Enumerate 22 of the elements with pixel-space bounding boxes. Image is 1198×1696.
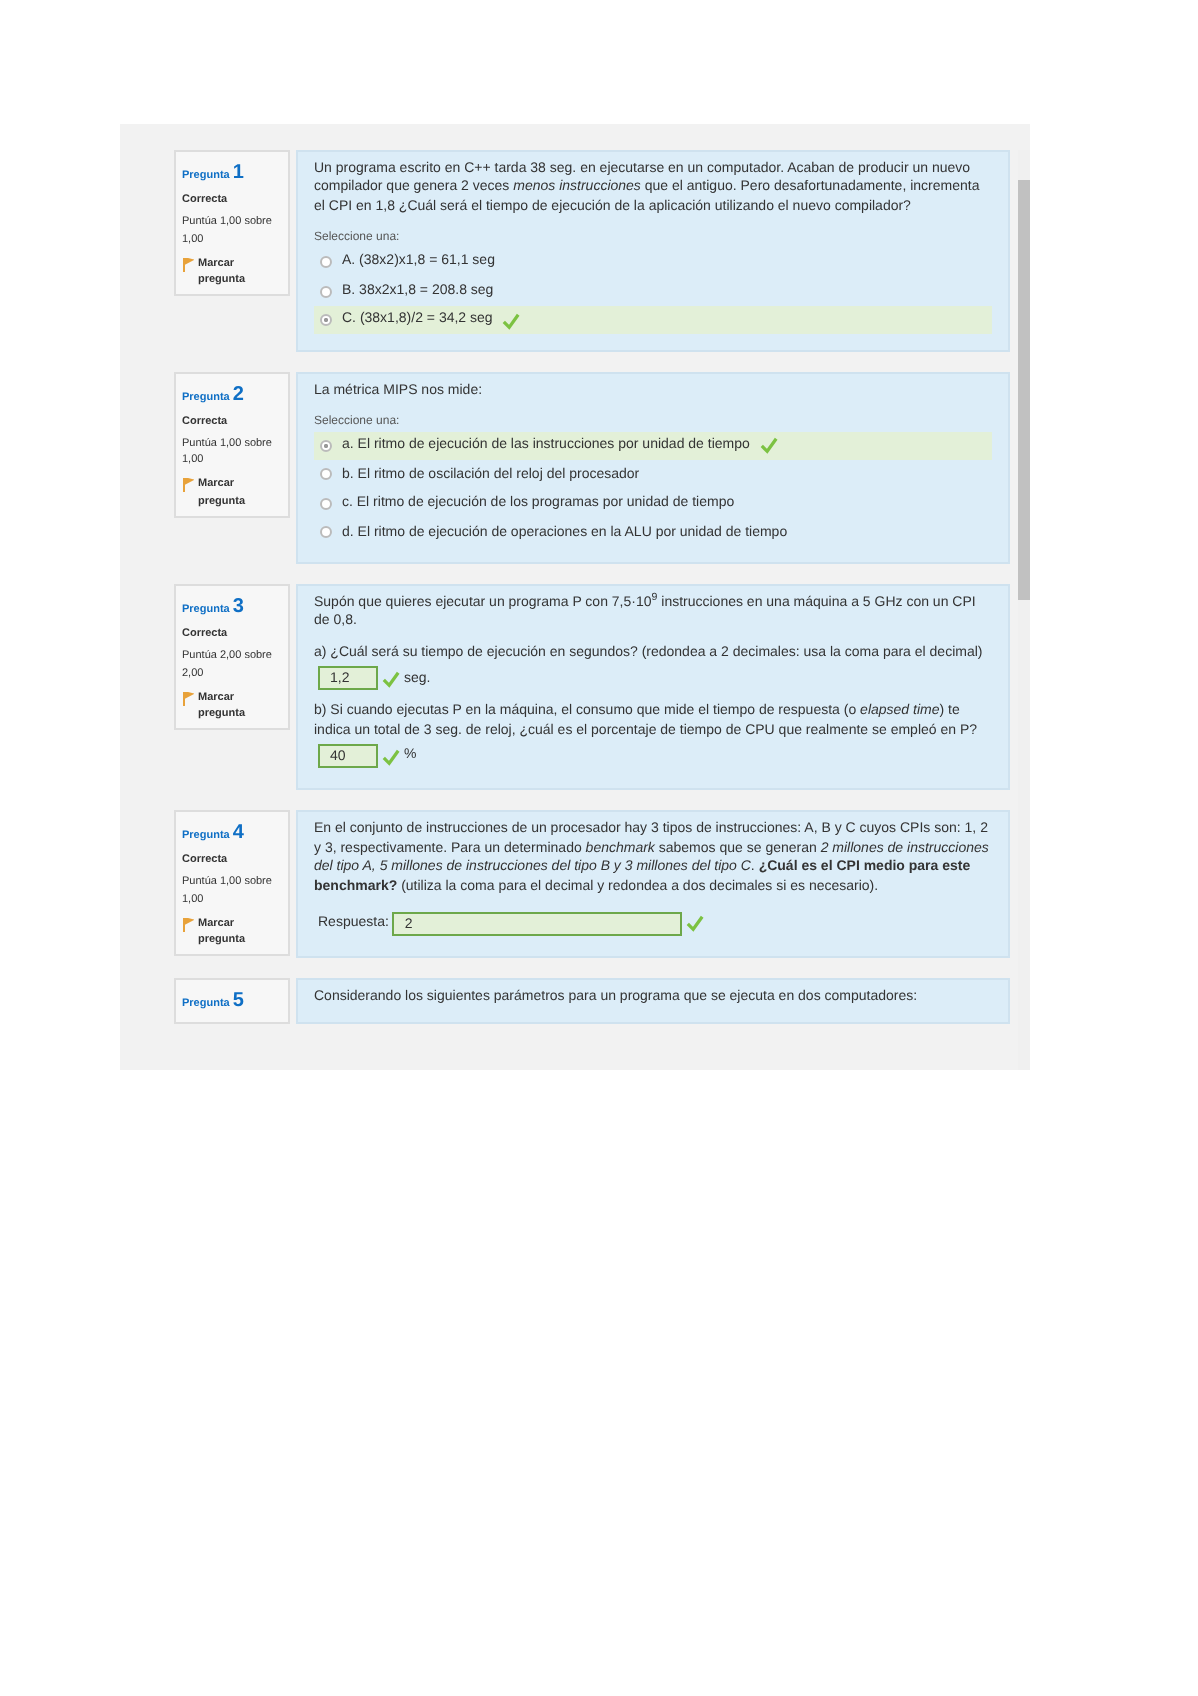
flag-icon: [182, 257, 194, 272]
radio-button[interactable]: [320, 497, 332, 510]
question-number: 2: [232, 383, 244, 406]
check-icon: [502, 311, 521, 329]
check-icon: [382, 669, 400, 688]
question-number: 5: [232, 989, 244, 1012]
radio-button[interactable]: [320, 256, 332, 269]
question-number: 1: [232, 162, 244, 184]
radio-button[interactable]: [320, 526, 332, 539]
check-icon: [759, 436, 778, 455]
scrollbar-thumb[interactable]: [1018, 180, 1030, 600]
check-icon: [686, 914, 705, 933]
flag-icon: [182, 917, 194, 932]
radio-button[interactable]: [320, 285, 332, 298]
radio-button[interactable]: [320, 468, 332, 481]
question-number: 4: [232, 822, 244, 845]
radio-button[interactable]: [320, 439, 332, 452]
flag-icon: [182, 691, 194, 706]
question-number: 3: [232, 596, 244, 618]
check-icon: [382, 747, 400, 766]
radio-button[interactable]: [320, 314, 332, 326]
flag-icon: [182, 478, 194, 493]
